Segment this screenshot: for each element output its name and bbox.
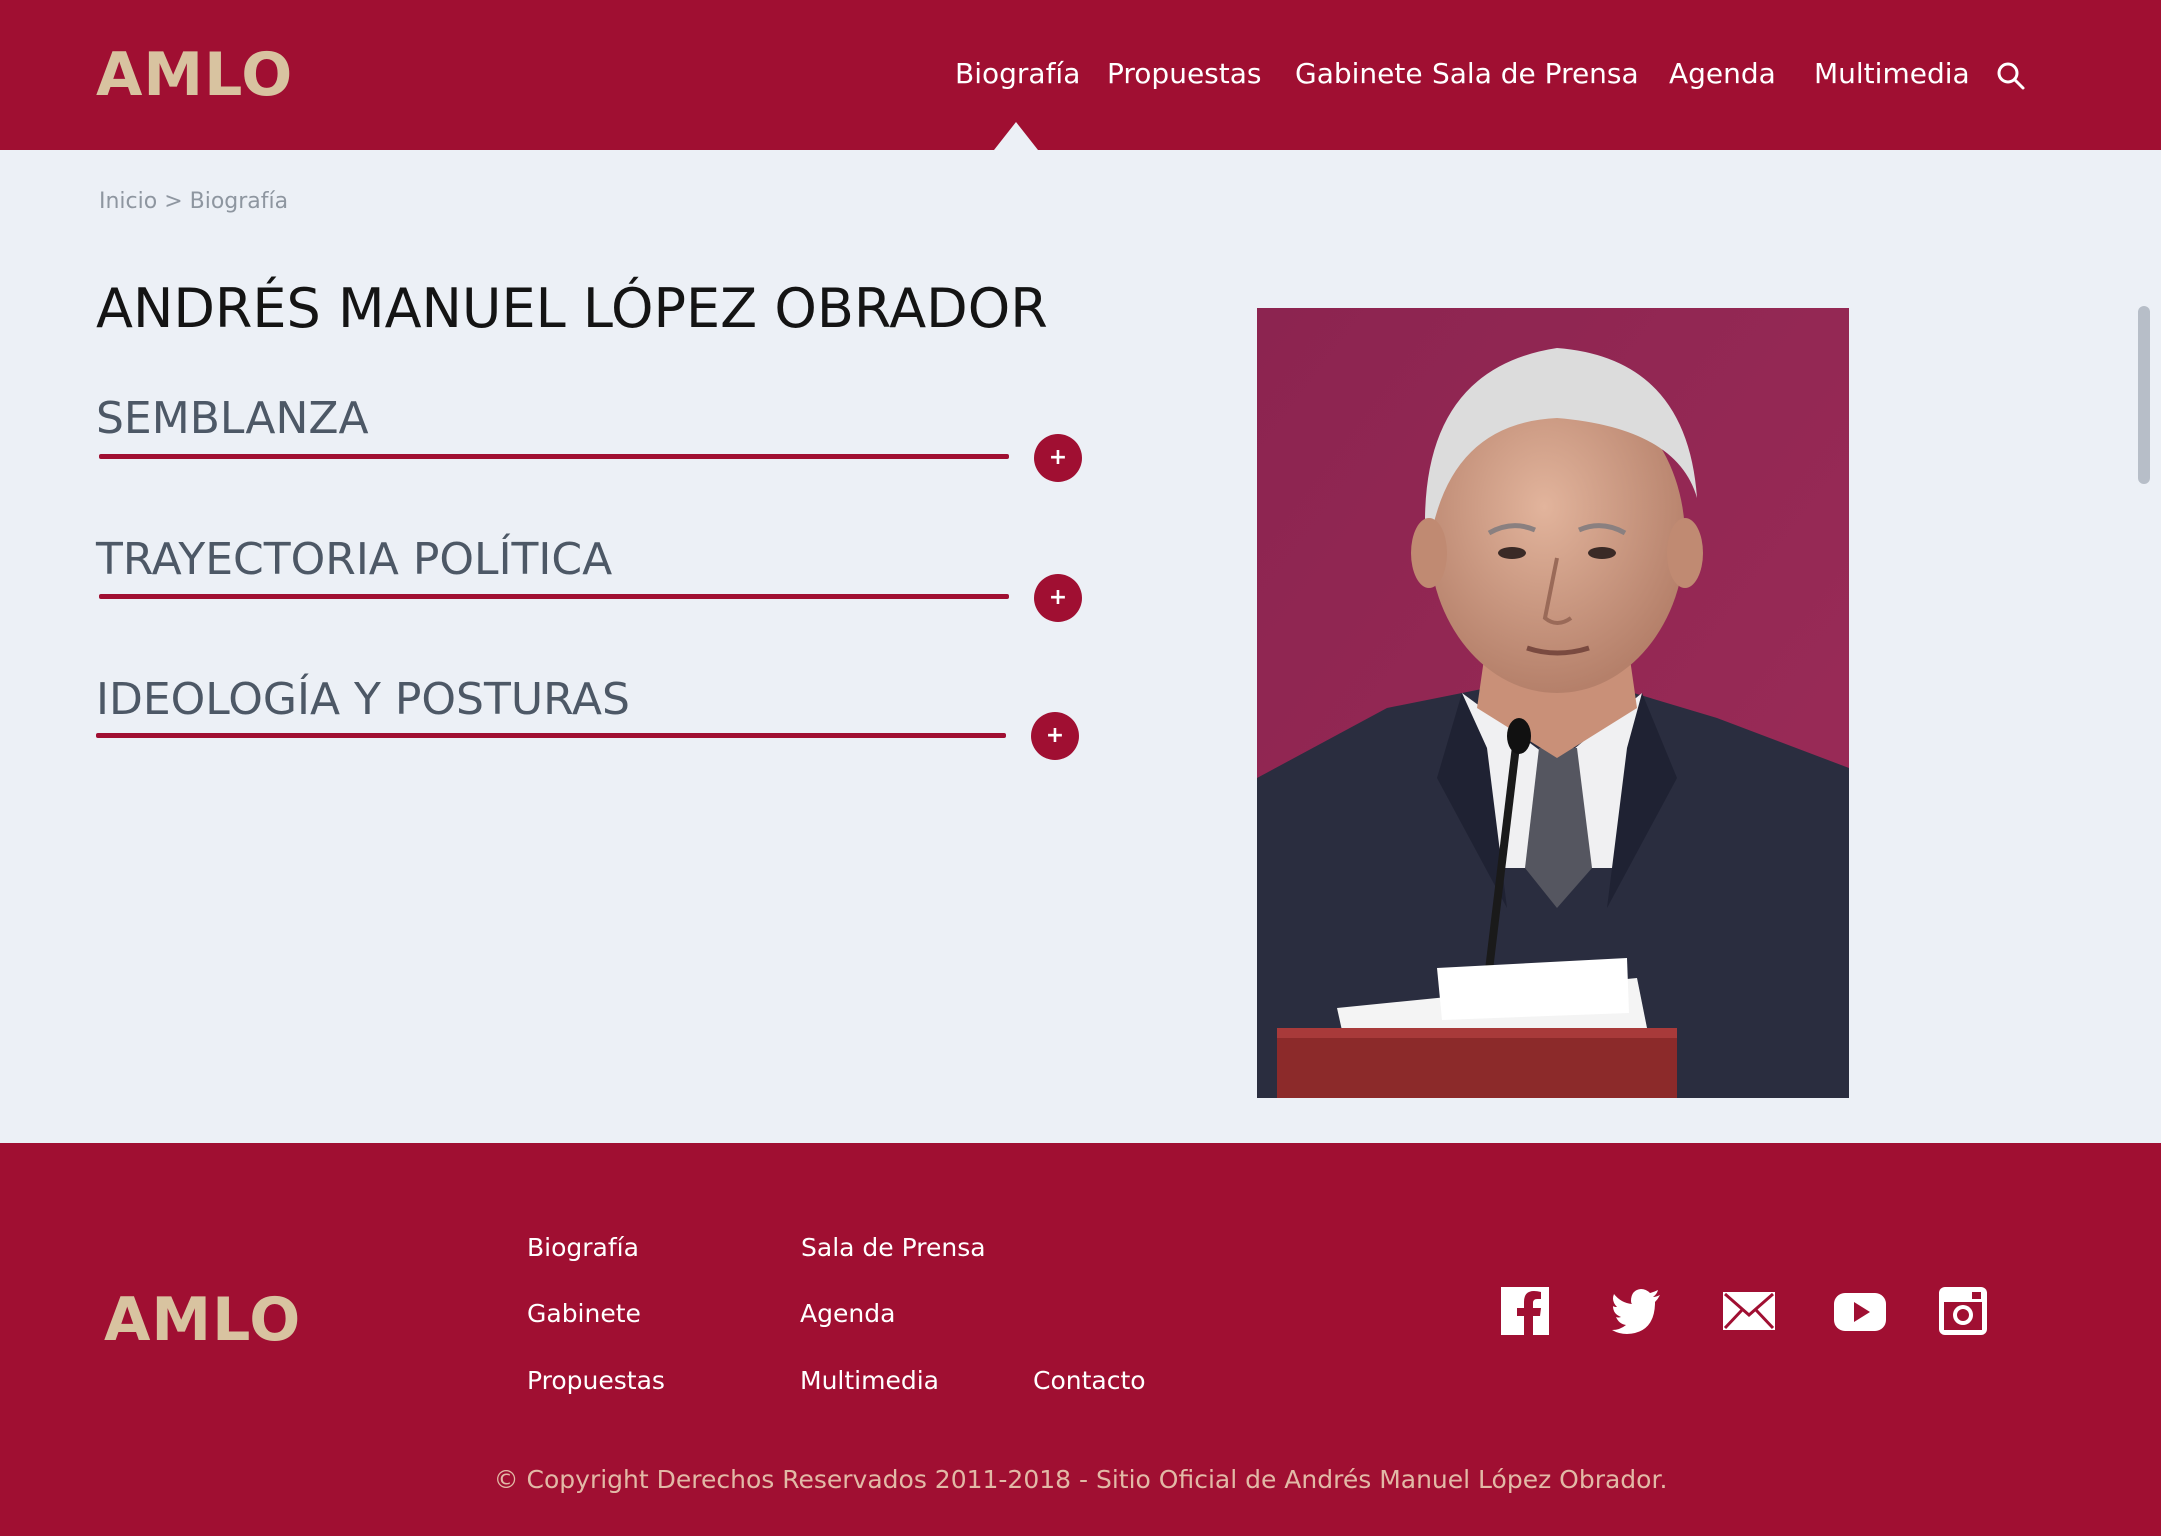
site-header: AMLO Biografía Propuestas Gabinete Sala …: [0, 0, 2161, 150]
section-divider: [99, 454, 1009, 459]
site-footer: AMLO Biografía Gabinete Propuestas Sala …: [0, 1143, 2161, 1536]
section-trayectoria-politica[interactable]: TRAYECTORIA POLÍTICA: [96, 533, 612, 587]
site-logo[interactable]: AMLO: [96, 40, 293, 110]
section-semblanza[interactable]: SEMBLANZA: [96, 392, 369, 446]
footer-link-sala-de-prensa[interactable]: Sala de Prensa: [801, 1231, 986, 1265]
facebook-icon[interactable]: [1499, 1285, 1551, 1337]
search-icon[interactable]: [1995, 60, 2027, 92]
portrait-photo: [1257, 308, 1849, 1098]
footer-link-gabinete[interactable]: Gabinete: [527, 1297, 641, 1331]
expand-ideologia-button[interactable]: +: [1031, 712, 1079, 760]
expand-trayectoria-button[interactable]: +: [1034, 574, 1082, 622]
expand-semblanza-button[interactable]: +: [1034, 434, 1082, 482]
youtube-icon[interactable]: [1833, 1285, 1886, 1337]
copyright-text: © Copyright Derechos Reservados 2011-201…: [493, 1465, 1668, 1494]
active-nav-indicator: [994, 122, 1038, 150]
breadcrumb: Inicio > Biografía: [99, 189, 289, 214]
nav-item-agenda[interactable]: Agenda: [1669, 54, 1776, 94]
section-divider: [99, 594, 1009, 599]
footer-link-agenda[interactable]: Agenda: [800, 1297, 895, 1331]
nav-item-propuestas[interactable]: Propuestas: [1107, 54, 1261, 94]
footer-link-biografia[interactable]: Biografía: [527, 1231, 639, 1265]
nav-item-sala-de-prensa[interactable]: Sala de Prensa: [1432, 54, 1639, 94]
section-ideologia-y-posturas[interactable]: IDEOLOGÍA Y POSTURAS: [96, 673, 630, 727]
nav-item-biografia[interactable]: Biografía: [955, 54, 1080, 94]
footer-link-multimedia[interactable]: Multimedia: [800, 1364, 939, 1398]
footer-link-contacto[interactable]: Contacto: [1033, 1364, 1146, 1398]
section-divider: [96, 733, 1006, 738]
nav-item-multimedia[interactable]: Multimedia: [1814, 54, 1970, 94]
mail-icon[interactable]: [1722, 1285, 1775, 1337]
page-title: ANDRÉS MANUEL LÓPEZ OBRADOR: [96, 277, 1048, 340]
instagram-icon[interactable]: [1937, 1285, 1989, 1337]
nav-item-gabinete[interactable]: Gabinete: [1295, 54, 1423, 94]
twitter-icon[interactable]: [1610, 1285, 1662, 1337]
footer-logo[interactable]: AMLO: [104, 1285, 301, 1355]
footer-link-propuestas[interactable]: Propuestas: [527, 1364, 665, 1398]
scrollbar[interactable]: [2138, 306, 2150, 484]
